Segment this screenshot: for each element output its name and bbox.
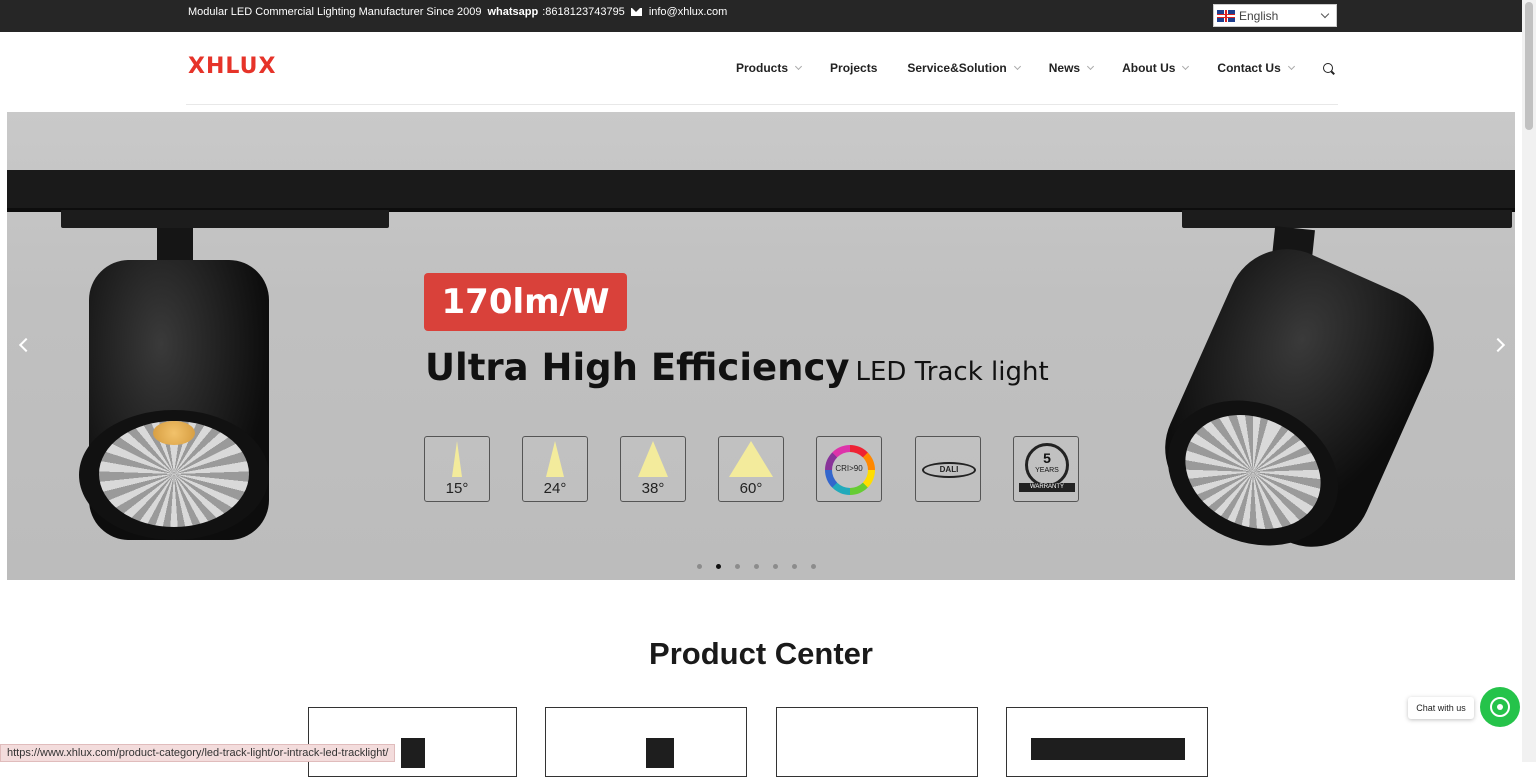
uk-flag-icon	[1217, 9, 1235, 22]
chevron-down-icon	[1287, 62, 1295, 71]
mail-icon	[630, 8, 642, 16]
dali-logo: DALI	[922, 462, 976, 478]
warranty-years: YEARS	[1035, 467, 1059, 474]
nav-label: Projects	[830, 61, 878, 75]
nav-item-news[interactable]: News	[1048, 61, 1095, 75]
efficiency-badge: 170lm/W	[424, 273, 627, 331]
slider-dot[interactable]	[773, 564, 778, 569]
email-link[interactable]: info@xhlux.com	[649, 6, 727, 18]
feature-dali: DALI	[915, 436, 981, 502]
slider-dots	[697, 564, 816, 569]
product-card[interactable]	[545, 707, 747, 777]
product-image	[646, 738, 674, 768]
beam-icon	[452, 441, 462, 477]
chevron-down-icon	[794, 62, 803, 71]
headline-sub: LED Track light	[855, 357, 1049, 387]
product-card[interactable]	[776, 707, 978, 777]
product-image	[401, 738, 425, 768]
cri-label: CRI>90	[835, 464, 863, 473]
product-image	[1031, 738, 1185, 760]
feature-beam-38: 38°	[620, 436, 686, 502]
search-icon[interactable]	[1323, 63, 1333, 73]
feature-beam-24: 24°	[522, 436, 588, 502]
product-card[interactable]	[308, 707, 517, 777]
nav-item-products[interactable]: Products	[736, 61, 803, 75]
warranty-number: 5	[1043, 450, 1051, 466]
top-info-bar: Modular LED Commercial Lighting Manufact…	[0, 0, 1522, 32]
beam-icon	[729, 441, 773, 477]
beam-icon	[546, 441, 564, 477]
site-header: XHLUX Products Projects Service&Solution…	[0, 32, 1522, 112]
whatsapp-icon	[1490, 697, 1510, 717]
chevron-down-icon	[1087, 62, 1095, 71]
track-adapter-left	[61, 210, 389, 228]
nav-item-contact-us[interactable]: Contact Us	[1217, 61, 1295, 75]
whatsapp-number[interactable]: :8618123743795	[542, 6, 625, 18]
cob-left	[153, 421, 195, 445]
nav-label: Products	[736, 61, 789, 75]
nav-item-service-solution[interactable]: Service&Solution	[907, 61, 1021, 75]
language-value: English	[1239, 8, 1279, 23]
whatsapp-label: whatsapp	[487, 6, 539, 18]
slider-dot[interactable]	[735, 564, 740, 569]
slider-dot[interactable]	[792, 564, 797, 569]
header-divider	[186, 104, 1338, 105]
feature-label: 38°	[641, 480, 665, 497]
track-rail-image	[7, 170, 1515, 208]
contact-info: Modular LED Commercial Lighting Manufact…	[188, 6, 727, 18]
feature-warranty: 5 YEARS WARRANTY	[1013, 436, 1079, 502]
feature-label: 24°	[543, 480, 567, 497]
page-scrollbar[interactable]	[1522, 0, 1536, 762]
chat-label[interactable]: Chat with us	[1408, 697, 1474, 719]
slider-dot-active[interactable]	[716, 564, 721, 569]
link-preview-status: https://www.xhlux.com/product-category/l…	[0, 744, 396, 762]
chevron-down-icon	[1013, 62, 1021, 71]
logo[interactable]: XHLUX	[188, 54, 276, 79]
product-card[interactable]	[1006, 707, 1208, 777]
hero-headline: Ultra High Efficiency LED Track light	[425, 346, 1049, 389]
chevron-down-icon	[1320, 9, 1330, 19]
track-adapter-right	[1182, 210, 1512, 228]
whatsapp-chat-button[interactable]	[1480, 687, 1520, 727]
slider-prev-arrow-icon[interactable]	[18, 337, 34, 353]
nav-item-about-us[interactable]: About Us	[1122, 61, 1190, 75]
scrollbar-thumb[interactable]	[1525, 2, 1533, 130]
nav-label: News	[1048, 61, 1081, 75]
nav-label: About Us	[1122, 61, 1176, 75]
headline-main: Ultra High Efficiency	[425, 346, 850, 389]
feature-label: 60°	[739, 480, 763, 497]
nav-label: Service&Solution	[907, 61, 1007, 75]
beam-icon	[638, 441, 668, 477]
section-title: Product Center	[649, 636, 873, 671]
warranty-ribbon: WARRANTY	[1019, 483, 1075, 492]
nav-item-projects[interactable]: Projects	[830, 61, 877, 75]
slider-next-arrow-icon[interactable]	[1490, 337, 1506, 353]
main-nav: Products Projects Service&Solution News …	[736, 61, 1295, 75]
slider-dot[interactable]	[754, 564, 759, 569]
nav-label: Contact Us	[1217, 61, 1281, 75]
feature-label: 15°	[445, 480, 469, 497]
language-select[interactable]: English	[1213, 4, 1337, 27]
tagline: Modular LED Commercial Lighting Manufact…	[188, 6, 482, 18]
feature-beam-15: 15°	[424, 436, 490, 502]
feature-beam-60: 60°	[718, 436, 784, 502]
slider-dot[interactable]	[811, 564, 816, 569]
chevron-down-icon	[1182, 62, 1190, 71]
warranty-seal-icon: 5 YEARS	[1025, 443, 1069, 487]
hero-slider[interactable]: 170lm/W Ultra High Efficiency LED Track l…	[7, 112, 1515, 580]
feature-cri: CRI>90	[816, 436, 882, 502]
slider-dot[interactable]	[697, 564, 702, 569]
